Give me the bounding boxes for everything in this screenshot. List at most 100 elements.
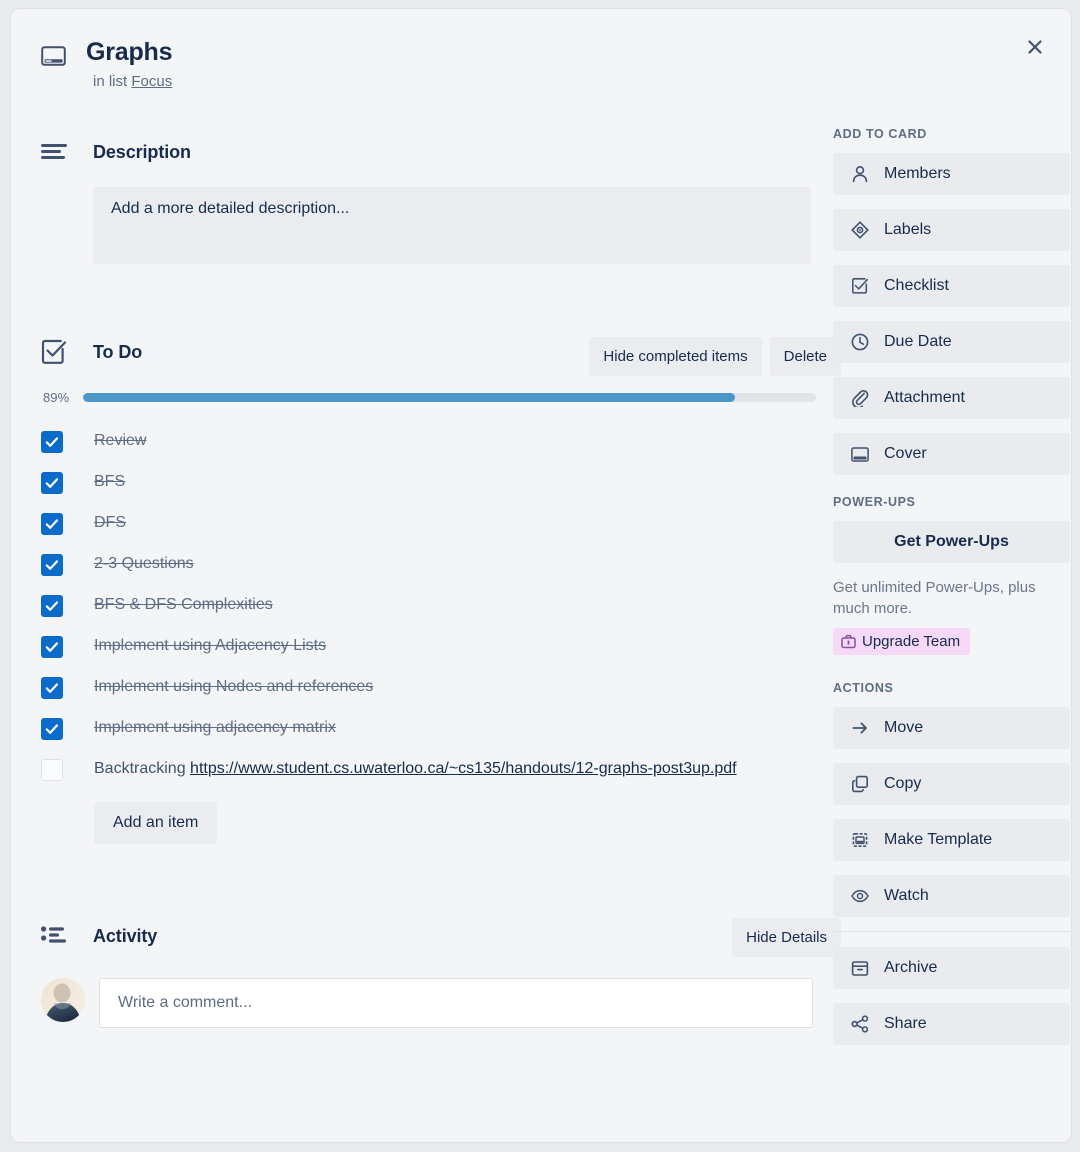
upgrade-team-label: Upgrade Team <box>862 633 961 650</box>
add-to-card-labels[interactable]: Labels <box>833 209 1070 251</box>
hide-completed-items-button[interactable]: Hide completed items <box>589 337 762 376</box>
checkbox-unchecked-icon[interactable] <box>41 759 63 781</box>
description-placeholder: Add a more detailed description... <box>111 200 350 217</box>
list-link[interactable]: Focus <box>131 73 172 90</box>
clock-icon <box>851 333 869 351</box>
add-to-card-items: Members Labels Checklist Due Date Attachment… <box>833 153 1070 475</box>
checklist-icon <box>41 339 71 365</box>
checklist-item-label: Review <box>94 432 147 449</box>
description-input[interactable]: Add a more detailed description... <box>93 187 811 264</box>
action-watch[interactable]: Watch <box>833 875 1070 917</box>
checklist-item[interactable]: Review <box>41 421 816 462</box>
close-button[interactable] <box>1017 29 1053 65</box>
sidebar-button-label: Share <box>884 1015 927 1032</box>
checkbox-checked-icon[interactable] <box>41 513 63 535</box>
comment-input[interactable] <box>99 978 813 1028</box>
actions-items: Move Copy Make Template Watch <box>833 707 1070 917</box>
action-move[interactable]: Move <box>833 707 1070 749</box>
add-to-card-checklist[interactable]: Checklist <box>833 265 1070 307</box>
person-icon <box>851 165 869 183</box>
checklist-item-link[interactable]: https://www.student.cs.uwaterloo.ca/~cs1… <box>190 760 737 777</box>
progress-percent-label: 89% <box>43 390 70 405</box>
checkbox-checked-icon[interactable] <box>41 472 63 494</box>
action-make-template[interactable]: Make Template <box>833 819 1070 861</box>
action-archive[interactable]: Archive <box>833 947 1070 989</box>
checkbox-checked-icon[interactable] <box>41 718 63 740</box>
checklist-item-label: DFS <box>94 514 126 531</box>
checklist-item[interactable]: Implement using adjacency matrix <box>41 708 816 749</box>
get-power-ups-button[interactable]: Get Power-Ups <box>833 521 1070 563</box>
divider <box>833 931 1070 932</box>
checkbox-checked-icon[interactable] <box>41 554 63 576</box>
checkbox-checked-icon[interactable] <box>41 431 63 453</box>
breadcrumb-prefix: in list <box>93 73 128 90</box>
sidebar-button-label: Watch <box>884 887 929 904</box>
checklist-item[interactable]: BFS & DFS Complexities <box>41 585 816 626</box>
paperclip-icon <box>851 389 869 407</box>
briefcase-icon <box>841 634 856 649</box>
card-main-column: Description Add a more detailed descript… <box>41 142 841 1028</box>
action-share[interactable]: Share <box>833 1003 1070 1045</box>
checklist-item-label: BFS & DFS Complexities <box>94 596 273 613</box>
card-header: Graphs in list Focus <box>41 37 173 90</box>
archive-box-icon <box>851 960 869 977</box>
checkbox-checked-icon[interactable] <box>41 636 63 658</box>
checkbox-checked-icon[interactable] <box>41 677 63 699</box>
add-to-card-cover[interactable]: Cover <box>833 433 1070 475</box>
checklist-item[interactable]: Implement using Nodes and references <box>41 667 816 708</box>
sidebar-button-label: Attachment <box>884 389 965 406</box>
checklist-item-label: Implement using Nodes and references <box>94 678 374 695</box>
checklist-item-label: Implement using Adjacency Lists <box>94 637 327 654</box>
template-icon <box>851 831 869 849</box>
checklist-item[interactable]: 2-3 Questions <box>41 544 816 585</box>
copy-icon <box>851 775 869 793</box>
add-to-card-due-date[interactable]: Due Date <box>833 321 1070 363</box>
breadcrumb: in list Focus <box>93 73 172 90</box>
power-ups-title: POWER-UPS <box>833 495 916 509</box>
delete-checklist-button[interactable]: Delete <box>769 337 841 376</box>
sidebar-button-label: Due Date <box>884 333 952 350</box>
sidebar-button-label: Move <box>884 719 924 736</box>
activity-list-icon <box>41 925 71 947</box>
activity-section: Activity Hide Details <box>41 916 841 1028</box>
label-tag-icon <box>851 221 869 239</box>
progress-track <box>83 393 816 402</box>
add-checklist-item-button[interactable]: Add an item <box>94 802 218 844</box>
checklist-progress: 89% <box>41 390 816 405</box>
sidebar-button-label: Members <box>884 165 951 182</box>
checklist-icon <box>851 277 869 295</box>
card-sidebar: ADD TO CARD Members Labels Checklist Due Da… <box>833 127 1070 1059</box>
description-lines-icon <box>41 143 71 163</box>
add-to-card-attachment[interactable]: Attachment <box>833 377 1070 419</box>
sidebar-button-label: Make Template <box>884 831 993 848</box>
hide-details-button[interactable]: Hide Details <box>732 918 841 957</box>
action-copy[interactable]: Copy <box>833 763 1070 805</box>
checklist-item-label: Backtracking https://www.student.cs.uwat… <box>94 760 737 777</box>
activity-title: Activity <box>93 925 158 946</box>
arrow-right-icon <box>851 719 869 737</box>
upgrade-team-badge[interactable]: Upgrade Team <box>833 628 971 655</box>
add-to-card-members[interactable]: Members <box>833 153 1070 195</box>
actions-items-secondary: Archive Share <box>833 947 1070 1045</box>
checklist-item[interactable]: Backtracking https://www.student.cs.uwat… <box>41 749 816 790</box>
sidebar-button-label: Checklist <box>884 277 949 294</box>
card-detail-modal: Graphs in list Focus Description Add a m… <box>10 8 1072 1143</box>
actions-group: ACTIONS Move Copy Make Template Watch Archi… <box>833 681 1070 1045</box>
description-section: Description Add a more detailed descript… <box>41 142 816 264</box>
avatar[interactable] <box>41 978 85 1022</box>
add-to-card-title: ADD TO CARD <box>833 127 927 141</box>
page-title: Graphs <box>86 38 173 66</box>
checklist-item[interactable]: BFS <box>41 462 816 503</box>
checklist-title: To Do <box>93 341 143 362</box>
checklist-item[interactable]: DFS <box>41 503 816 544</box>
checklist-item-label: BFS <box>94 473 126 490</box>
checklist-item-label: 2-3 Questions <box>94 555 194 572</box>
checklist-items: Review BFS DFS 2-3 Questions BFS & DFS Compl… <box>41 421 816 790</box>
checklist-section: To Do Hide completed items Delete 89% Re… <box>41 332 841 844</box>
checkbox-checked-icon[interactable] <box>41 595 63 617</box>
cover-icon <box>851 446 869 463</box>
checklist-item[interactable]: Implement using Adjacency Lists <box>41 626 816 667</box>
add-to-card-group: ADD TO CARD Members Labels Checklist Due Da… <box>833 127 1070 475</box>
progress-fill <box>83 393 736 402</box>
eye-icon <box>851 887 869 905</box>
